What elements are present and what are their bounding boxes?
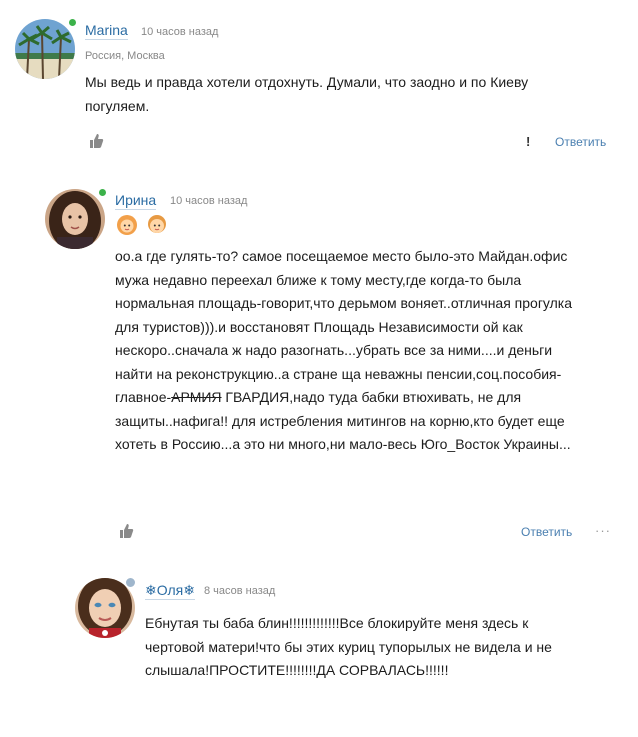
comment-line: нескоро..сначала ж надо разогнать...убра… <box>115 342 553 358</box>
avatar[interactable] <box>45 189 105 249</box>
report-icon[interactable]: ! <box>526 134 530 149</box>
comment-line: нормальная площадь-говорит,что дерьмом в… <box>115 295 573 311</box>
timestamp: 10 часов назад <box>170 195 248 207</box>
girl-badge-icon <box>116 214 138 236</box>
woman-avatar-image <box>45 189 105 249</box>
comment-irina: Ирина 10 часов назад оо.а где гулять-то?… <box>0 170 638 550</box>
author-name[interactable]: Ирина <box>115 192 157 210</box>
boy-badge-icon <box>146 214 168 236</box>
like-icon[interactable] <box>118 523 134 539</box>
text-segment: главное- <box>115 389 172 405</box>
comment-line: погуляем. <box>85 97 150 114</box>
comment-line: мужа недавно переехал ближе к тому месту… <box>115 271 522 288</box>
comment-line: оо.а где гулять-то? самое посещаемое мес… <box>115 248 568 264</box>
comment-marina: Marina 10 часов назад Россия, Москва Мы … <box>0 0 638 170</box>
palm-beach-avatar-image <box>15 19 75 79</box>
comment-olya: ❄Оля❄ 8 часов назад Ебнутая ты баба блин… <box>0 560 638 737</box>
comment-text: Мы ведь и правда хотели отдохнуть. Думал… <box>85 71 605 118</box>
avatar[interactable] <box>75 578 135 638</box>
comment-line: защиты..нафига!! для истребления митинго… <box>115 412 565 429</box>
more-options-button[interactable]: ··· <box>595 523 611 538</box>
reply-button[interactable]: Ответить <box>521 525 572 539</box>
author-name[interactable]: ❄Оля❄ <box>145 582 195 600</box>
comment-text: Ебнутая ты баба блин!!!!!!!!!!!!!Все бло… <box>145 612 625 683</box>
comment-line: главное-АРМИЯ ГВАРДИЯ,надо туда бабки вт… <box>115 386 615 410</box>
comment-line: для туристов))).и восстановят Площадь Не… <box>115 318 523 335</box>
author-name[interactable]: Marina <box>85 22 128 40</box>
comment-line: слышала!ПРОСТИТЕ!!!!!!!!ДА СОРВАЛАСЬ!!!!… <box>145 662 449 678</box>
timestamp: 8 часов назад <box>204 585 276 597</box>
avatar[interactable] <box>15 19 75 79</box>
comment-line: чертовой матери!что бы этих куриц тупоры… <box>145 638 552 655</box>
online-indicator <box>68 18 77 27</box>
online-indicator <box>98 188 107 197</box>
reply-button[interactable]: Ответить <box>555 135 606 149</box>
comment-text: оо.а где гулять-то? самое посещаемое мес… <box>115 245 615 457</box>
author-location: Россия, Москва <box>85 50 165 62</box>
comment-line: хотеть в Россию...а это ни много,ни мало… <box>115 436 571 452</box>
comment-line: Мы ведь и правда хотели отдохнуть. Думал… <box>85 74 529 90</box>
strikethrough-text: АРМИЯ <box>171 389 222 405</box>
comment-line: найти на реконструкцию..а стране ща нева… <box>115 365 562 382</box>
like-icon[interactable] <box>88 133 104 149</box>
girl-avatar-image <box>75 578 135 638</box>
comment-line: Ебнутая ты баба блин!!!!!!!!!!!!!Все бло… <box>145 615 529 631</box>
timestamp: 10 часов назад <box>141 26 219 38</box>
away-indicator <box>125 577 136 588</box>
text-segment: ГВАРДИЯ,надо туда бабки втюхивать, не дл… <box>221 389 522 405</box>
